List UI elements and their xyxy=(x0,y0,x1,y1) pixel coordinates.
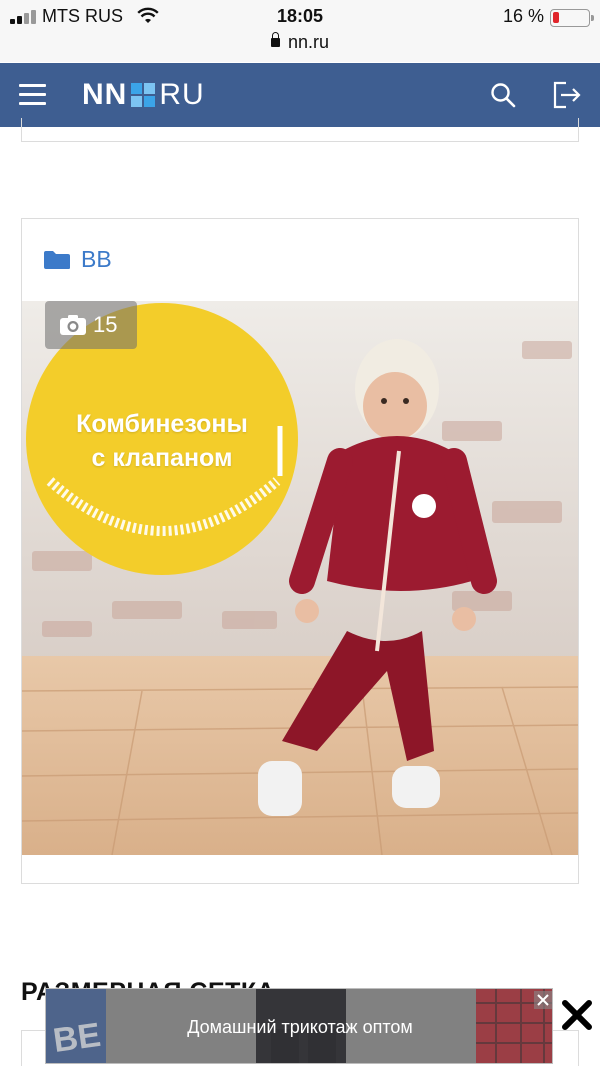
photo-count-badge: 15 xyxy=(45,301,137,349)
address-bar[interactable]: nn.ru xyxy=(0,32,600,53)
previous-card-edge xyxy=(21,118,579,142)
site-logo[interactable]: NN RU xyxy=(82,78,205,112)
login-icon[interactable] xyxy=(552,81,582,109)
battery-icon xyxy=(550,9,594,27)
rubric-link[interactable]: ВВ xyxy=(43,246,112,273)
photo-count-value: 15 xyxy=(93,312,118,337)
ad-text: Домашний трикотаж оптом xyxy=(187,1017,413,1037)
photo-illustration xyxy=(22,301,578,855)
menu-icon[interactable] xyxy=(19,84,46,106)
promo-line-2: с клапаном xyxy=(91,444,233,472)
close-icon[interactable] xyxy=(560,998,594,1032)
logo-ru-text: RU xyxy=(159,78,205,111)
search-icon[interactable] xyxy=(490,82,516,108)
url-text: nn.ru xyxy=(287,32,330,52)
camera-icon xyxy=(60,315,86,335)
battery-percentage: 16 % xyxy=(502,6,544,26)
logo-mark-icon xyxy=(131,83,156,107)
promo-caption: Комбинезоны с клапаном xyxy=(52,407,272,475)
status-bar: MTS RUS 18:05 16 % nn.ru xyxy=(0,0,600,62)
ad-close-icon[interactable] xyxy=(534,991,552,1009)
promo-line-1: Комбинезоны xyxy=(76,410,248,438)
rubric-label: ВВ xyxy=(81,246,112,272)
article-photo[interactable]: 15 Комбинезоны с клапаном xyxy=(22,301,578,855)
ad-banner[interactable]: BE Домашний трикотаж оптом xyxy=(45,988,553,1064)
logo-nn-text: NN xyxy=(82,78,128,111)
lock-icon xyxy=(270,32,280,47)
folder-icon xyxy=(44,250,70,269)
article-card[interactable]: ВВ 15 Комбинезоны с клапаном xyxy=(21,218,579,884)
